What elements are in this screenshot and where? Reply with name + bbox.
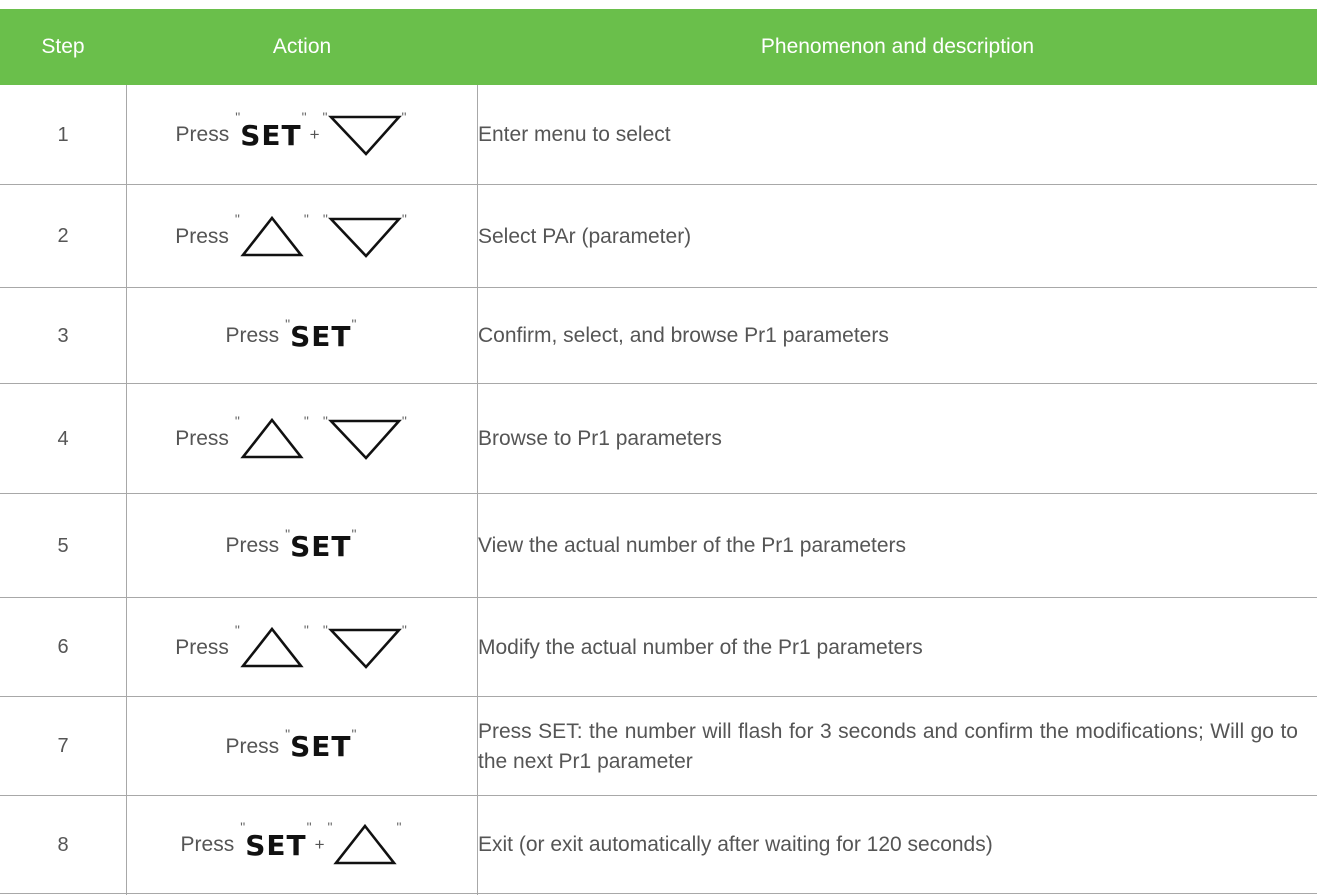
down-arrow-icon <box>327 113 402 157</box>
quote-mark: " <box>301 109 307 125</box>
description-cell: Exit (or exit automatically after waitin… <box>478 796 1298 894</box>
step-number: 5 <box>57 534 69 557</box>
description-cell: Browse to Pr1 parameters <box>478 384 1298 494</box>
action-cell: Press " " " " <box>126 384 456 494</box>
plus-sign: + <box>309 125 320 144</box>
set-key-label: SET <box>290 529 352 563</box>
description-text: Exit (or exit automatically after waitin… <box>478 833 993 856</box>
action-cell: Press " " " " <box>126 598 456 697</box>
action-cell: Press " SET " + " " <box>126 85 456 185</box>
quote-mark: " <box>351 726 357 742</box>
press-label: Press <box>180 833 235 856</box>
press-label: Press <box>175 635 229 659</box>
step-number: 7 <box>57 735 69 757</box>
description-text: Enter menu to select <box>478 123 671 146</box>
description-text: View the actual number of the Pr1 parame… <box>478 534 907 557</box>
press-label: Press <box>175 123 230 146</box>
down-arrow-icon <box>327 626 402 670</box>
header-step: Step <box>41 35 85 58</box>
table-row: 5 Press " SET " View the actual number of the… <box>0 494 1317 598</box>
action-cell: Press " " " " <box>126 185 456 288</box>
description-cell: Modify the actual number of the Pr1 para… <box>478 598 1298 697</box>
quote-mark: " <box>396 819 402 835</box>
step-number: 2 <box>57 225 69 247</box>
column-divider <box>477 85 478 895</box>
action-cell: Press " SET " <box>126 288 456 384</box>
set-key-label: SET <box>245 828 307 862</box>
action-cell: Press " SET " + " " <box>126 796 456 894</box>
set-key-label: SET <box>240 118 302 152</box>
press-label: Press <box>225 324 280 347</box>
up-arrow-icon <box>240 626 304 670</box>
press-label: Press <box>175 224 229 248</box>
description-text: Press SET: the number will flash for 3 s… <box>478 719 1298 773</box>
header-description: Phenomenon and description <box>760 35 1035 58</box>
action-cell: Press " SET " <box>126 494 456 598</box>
up-arrow-icon <box>240 417 304 461</box>
table-row: 1 Press " SET " + " " Enter menu to select <box>0 85 1317 185</box>
description-cell: Confirm, select, and browse Pr1 paramete… <box>478 288 1298 384</box>
press-label: Press <box>175 427 229 450</box>
table-row: 4 Press " " " " Browse to Pr1 parameters <box>0 384 1317 494</box>
table-header: Step Action Phenomenon and description <box>0 9 1317 85</box>
table-row: 2 Press " " " " Select PAr (parameter) <box>0 185 1317 288</box>
press-label: Press <box>225 734 280 758</box>
step-number: 4 <box>57 427 69 450</box>
step-number: 6 <box>57 636 69 658</box>
quote-mark: " <box>303 413 309 429</box>
table-row: 3 Press " SET " Confirm, select, and browse P… <box>0 288 1317 384</box>
step-number: 1 <box>57 123 69 146</box>
action-cell: Press " SET " <box>126 697 456 796</box>
press-label: Press <box>225 534 280 557</box>
quote-mark: " <box>303 621 309 638</box>
step-number: 3 <box>57 324 69 347</box>
quote-mark: " <box>303 210 309 227</box>
up-arrow-icon <box>332 823 397 867</box>
quote-mark: " <box>401 210 407 227</box>
description-text: Modify the actual number of the Pr1 para… <box>478 635 923 659</box>
down-arrow-icon <box>327 215 402 259</box>
quote-mark: " <box>306 819 312 835</box>
header-action: Action <box>272 35 332 58</box>
description-text: Confirm, select, and browse Pr1 paramete… <box>478 324 889 347</box>
description-cell: Press SET: the number will flash for 3 s… <box>478 697 1298 796</box>
description-text: Select PAr (parameter) <box>478 224 692 248</box>
description-cell: Enter menu to select <box>478 85 1298 185</box>
quote-mark: " <box>351 525 357 542</box>
quote-mark: " <box>401 413 407 429</box>
set-key-label: SET <box>290 730 352 763</box>
description-cell: View the actual number of the Pr1 parame… <box>478 494 1298 598</box>
row-divider <box>0 893 1317 894</box>
step-number: 8 <box>57 833 69 856</box>
plus-sign: + <box>314 835 325 854</box>
up-arrow-icon <box>240 215 304 259</box>
description-cell: Select PAr (parameter) <box>478 185 1298 288</box>
quote-mark: " <box>401 621 407 638</box>
set-key-label: SET <box>290 319 352 353</box>
quote-mark: " <box>401 109 407 125</box>
table-row: 6 Press " " " " Modify the actual number of th… <box>0 598 1317 697</box>
table-row: 8 Press " SET " + " " Exit (or exit automaticall… <box>0 796 1317 894</box>
description-text: Browse to Pr1 parameters <box>478 427 722 450</box>
column-divider <box>126 85 127 895</box>
table-row: 7 Press " SET " Press SET: the number will fl… <box>0 697 1317 796</box>
down-arrow-icon <box>327 417 402 461</box>
quote-mark: " <box>351 315 357 332</box>
